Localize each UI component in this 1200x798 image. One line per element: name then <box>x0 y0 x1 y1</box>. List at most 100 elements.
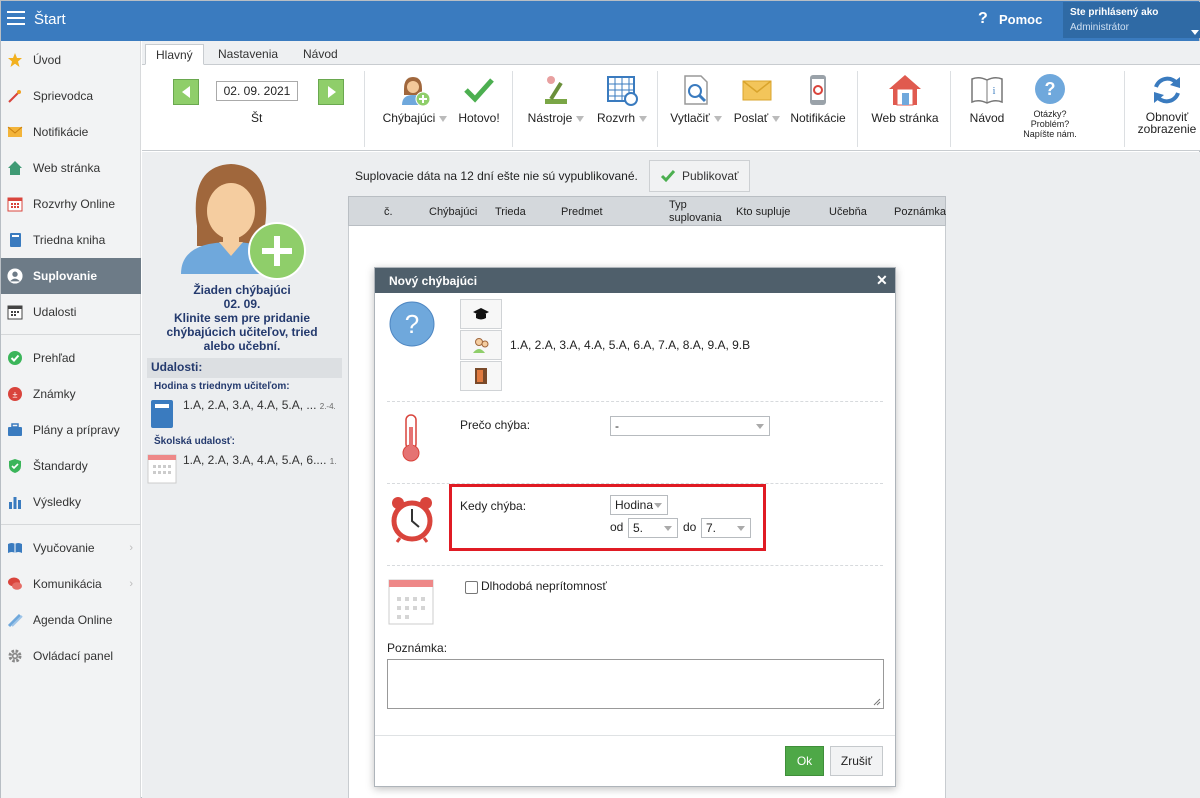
when-select[interactable]: Hodina <box>610 495 668 515</box>
absent-button[interactable]: Chýbajúci <box>379 73 451 125</box>
sidebar-item-uvod[interactable]: Úvod <box>1 42 141 78</box>
guide-button-label: Návod <box>969 111 1005 125</box>
ribbon-divider <box>1124 71 1125 147</box>
timetable-icon <box>607 76 638 106</box>
sidebar-item-web-stranka[interactable]: Web stránka <box>1 150 141 186</box>
class-book-icon <box>151 400 173 428</box>
date-field[interactable]: 02. 09. 2021 <box>216 81 298 101</box>
dropdown-arrow-icon <box>639 115 647 122</box>
sidebar-item-agenda-online[interactable]: Agenda Online <box>1 602 141 638</box>
resize-handle-icon[interactable] <box>873 698 881 706</box>
select-teacher-button[interactable] <box>460 299 502 329</box>
ribbon-toolbar: Chýbajúci Hotovo! Nástroje Rozvrh Vytlač… <box>142 65 1200 151</box>
cancel-button[interactable]: Zrušiť <box>830 746 883 776</box>
tab-navod[interactable]: Návod <box>293 44 348 65</box>
tools-button[interactable]: Nástroje <box>522 73 590 125</box>
print-button[interactable]: Vytlačiť <box>666 73 726 125</box>
refresh-icon <box>1154 76 1180 104</box>
column-header-absent: Chýbajúci <box>429 206 478 218</box>
previous-day-button[interactable] <box>173 79 199 105</box>
sidebar-item-ovladaci-panel[interactable]: Ovládací panel <box>1 638 141 674</box>
grades-icon: ± <box>7 386 23 402</box>
close-icon[interactable]: ✕ <box>876 272 888 289</box>
reason-select-value: - <box>615 419 619 433</box>
add-absent-avatar-icon[interactable] <box>179 156 309 281</box>
next-day-button[interactable] <box>318 79 344 105</box>
from-select[interactable]: 5. <box>628 518 678 538</box>
website-button[interactable]: Web stránka <box>869 73 941 125</box>
dialog-footer-divider <box>375 735 895 736</box>
sidebar-item-plany-a-pripravy[interactable]: Plány a prípravy <box>1 412 141 448</box>
calendar-icon <box>7 304 23 320</box>
ribbon-divider <box>364 71 365 147</box>
sidebar-item-triedna-kniha[interactable]: Triedna kniha <box>1 222 141 258</box>
help-link[interactable]: Pomoc <box>999 12 1042 27</box>
add-absent-prompt[interactable]: Žiaden chýbajúci 02. 09. Klinite sem pre… <box>147 283 337 353</box>
event-periods: 2.-4. <box>319 402 336 411</box>
notifications-button-label: Notifikácie <box>790 111 846 125</box>
sidebar-item-rozvrhy-online[interactable]: Rozvrhy Online <box>1 186 141 222</box>
prompt-line-3: Klinite sem pre pridanie <box>173 311 311 325</box>
calendar-grid-icon <box>7 196 23 212</box>
event-category-school-event: Školská udalosť: <box>154 436 235 447</box>
refresh-button[interactable]: Obnoviť zobrazenie <box>1135 73 1199 135</box>
done-button[interactable]: Hotovo! <box>454 73 504 125</box>
tools-icon <box>545 76 567 104</box>
to-select[interactable]: 7. <box>701 518 751 538</box>
column-header-class: Trieda <box>495 206 526 218</box>
reason-select[interactable]: - <box>610 416 770 436</box>
sidebar-item-notifikacie[interactable]: Notifikácie <box>1 114 141 150</box>
questions-line-2: Problém? <box>1030 119 1070 129</box>
star-icon <box>7 52 23 68</box>
ok-button[interactable]: Ok <box>785 746 824 776</box>
event-row[interactable]: 1.A, 2.A, 3.A, 4.A, 5.A, ... 2.-4. <box>183 398 336 412</box>
sidebar-item-udalosti[interactable]: Udalosti <box>1 294 141 330</box>
select-class-button[interactable] <box>460 330 502 360</box>
timetable-button[interactable]: Rozvrh <box>592 73 652 125</box>
event-row[interactable]: 1.A, 2.A, 3.A, 4.A, 5.A, 6.... 1. <box>183 453 336 467</box>
chevron-down-icon <box>664 526 672 531</box>
sidebar-item-prehlad[interactable]: Prehľad <box>1 340 141 376</box>
sidebar-item-label: Web stránka <box>33 161 101 175</box>
check-circle-icon <box>7 350 23 366</box>
hamburger-menu-icon[interactable] <box>7 11 25 27</box>
guide-button[interactable]: i Návod <box>966 73 1008 125</box>
sidebar-item-suplovanie[interactable]: Suplovanie <box>1 258 141 294</box>
question-icon: ? <box>1035 74 1065 104</box>
note-textarea[interactable] <box>387 659 884 709</box>
user-menu[interactable]: Ste prihlásený ako Administrátor <box>1063 2 1200 38</box>
notifications-button[interactable]: Notifikácie <box>789 73 847 125</box>
briefcase-icon <box>7 422 23 438</box>
selected-classes: 1.A, 2.A, 3.A, 4.A, 5.A, 6.A, 7.A, 8.A, … <box>510 338 751 352</box>
sidebar-item-standardy[interactable]: Štandardy <box>1 448 141 484</box>
sidebar-item-label: Sprievodca <box>33 89 94 103</box>
event-category-class-teacher: Hodina s triednym učiteľom: <box>154 381 290 392</box>
home-icon <box>7 160 23 176</box>
sidebar-divider <box>1 524 141 525</box>
long-term-checkbox[interactable] <box>465 581 478 594</box>
sidebar-item-komunikacia[interactable]: Komunikácia › <box>1 566 141 602</box>
publish-notice: Suplovacie dáta na 12 dní ešte nie sú vy… <box>355 169 638 183</box>
event-periods: 1. <box>329 457 337 466</box>
select-classroom-button[interactable] <box>460 361 502 391</box>
sidebar-item-vyucovanie[interactable]: Vyučovanie › <box>1 530 141 566</box>
publish-button[interactable]: Publikovať <box>649 160 750 192</box>
help-icon[interactable]: ? <box>978 10 988 28</box>
tools-button-label: Nástroje <box>527 111 573 125</box>
sidebar-item-label: Notifikácie <box>33 125 89 139</box>
tab-nastavenia[interactable]: Nastavenia <box>208 44 288 65</box>
tab-hlavny[interactable]: Hlavný <box>145 44 204 65</box>
send-button[interactable]: Poslať <box>730 73 784 125</box>
publish-button-label: Publikovať <box>682 169 739 183</box>
absent-button-label: Chýbajúci <box>382 111 436 125</box>
sidebar-item-sprievodca[interactable]: Sprievodca <box>1 78 141 114</box>
sidebar-item-vysledky[interactable]: Výsledky <box>1 484 141 520</box>
reason-label: Prečo chýba: <box>460 418 531 432</box>
sidebar-item-label: Plány a prípravy <box>33 423 120 437</box>
open-book-icon: i <box>971 76 1003 104</box>
ribbon-divider <box>512 71 513 147</box>
sidebar-item-znamky[interactable]: ± Známky <box>1 376 141 412</box>
ribbon-divider <box>857 71 858 147</box>
questions-button[interactable]: ? Otázky? Problém? Napíšte nám. <box>1017 73 1083 139</box>
done-button-label: Hotovo! <box>458 111 500 125</box>
